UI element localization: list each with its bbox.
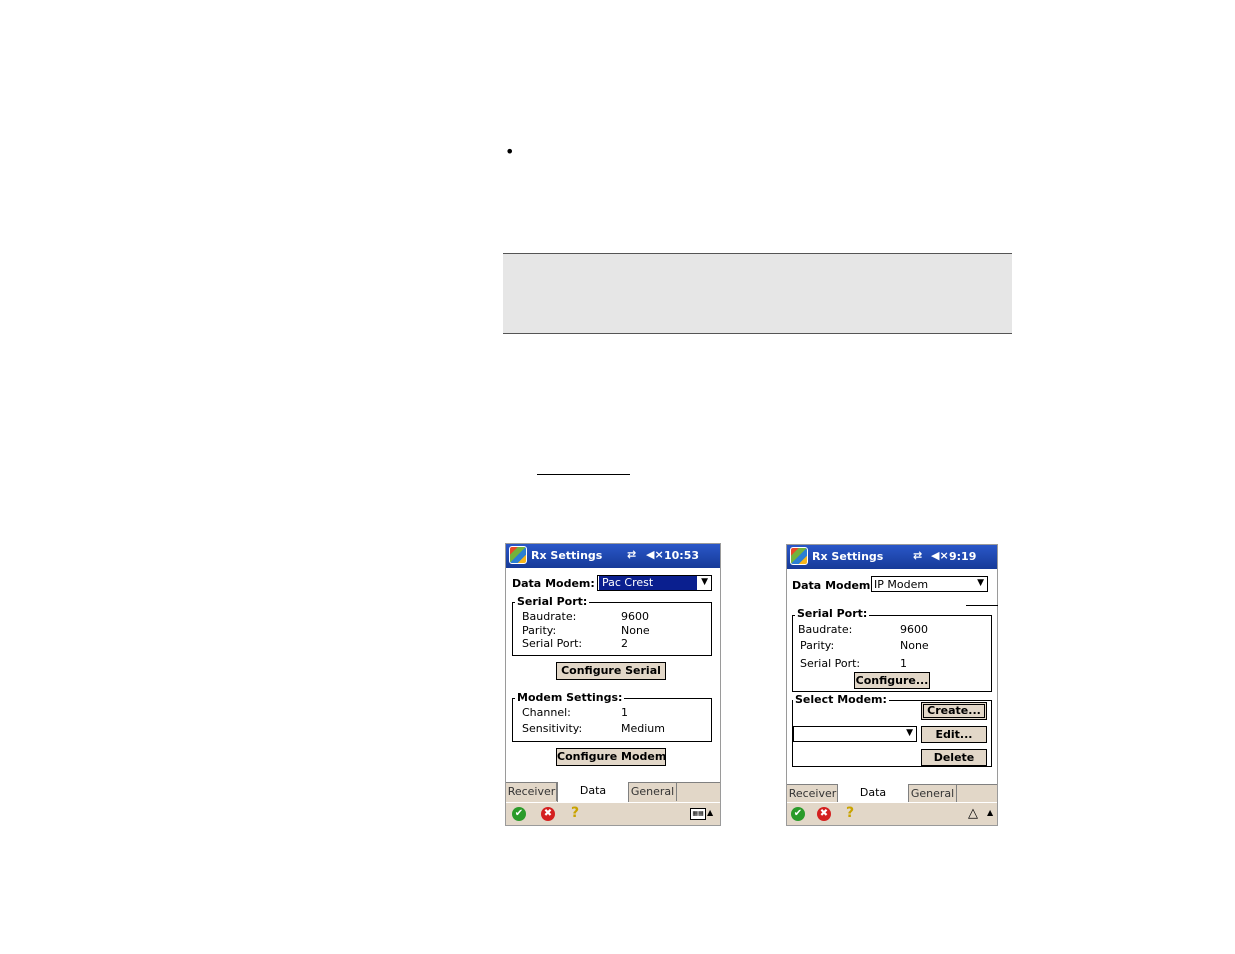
underline-link: [537, 474, 630, 475]
green-check-icon[interactable]: ✔: [791, 807, 805, 821]
connectivity-arrows-icon[interactable]: ⇄: [913, 549, 922, 562]
parity-label: Parity:: [800, 639, 835, 652]
red-x-icon[interactable]: ✖: [541, 807, 555, 821]
speaker-muted-icon[interactable]: ◀×: [646, 548, 664, 561]
clock[interactable]: 10:53: [664, 549, 699, 562]
connectivity-arrows-icon[interactable]: ⇄: [627, 548, 636, 561]
red-x-icon[interactable]: ✖: [817, 807, 831, 821]
create-button[interactable]: Create...: [921, 702, 987, 720]
data-modem-select[interactable]: Pac Crest ▼: [597, 575, 712, 591]
window-title: Rx Settings: [812, 550, 884, 563]
chevron-down-icon: ▼: [701, 577, 708, 587]
tab-bar: Receiver Data Modem General: [506, 782, 720, 815]
note-box: [503, 253, 1012, 334]
delete-button[interactable]: Delete: [921, 749, 987, 766]
data-modem-value: Pac Crest: [599, 576, 697, 590]
tab-receiver[interactable]: Receiver: [788, 785, 838, 803]
window-title: Rx Settings: [531, 549, 603, 562]
modem-settings-group-title: Modem Settings:: [515, 691, 625, 704]
keyboard-icon[interactable]: ▦▦: [690, 808, 706, 820]
chevron-up-icon[interactable]: ▲: [987, 808, 993, 817]
tab-general[interactable]: General: [629, 783, 677, 801]
serial-port-value: 1: [900, 657, 907, 670]
modem-settings-group: [512, 698, 712, 742]
chevron-down-icon: ▼: [906, 728, 913, 738]
configure-modem-button[interactable]: Configure Modem: [556, 748, 666, 766]
baudrate-value: 9600: [900, 623, 928, 636]
baudrate-label: Baudrate:: [798, 623, 853, 636]
sensitivity-label: Sensitivity:: [522, 722, 583, 735]
select-modem-group-title: Select Modem:: [793, 693, 889, 706]
windows-logo-icon[interactable]: [790, 547, 808, 565]
serial-port-group-title: Serial Port:: [795, 607, 870, 620]
data-modem-label: Data Modem:: [792, 579, 875, 592]
serial-port-label: Serial Port:: [522, 637, 583, 650]
left-device-screen: Rx Settings ⇄ ◀× 10:53 Data Modem: Pac C…: [505, 543, 721, 826]
sensitivity-value: Medium: [621, 722, 665, 735]
data-modem-label: Data Modem:: [512, 577, 595, 590]
chevron-down-icon: ▼: [977, 578, 984, 588]
title-bar: Rx Settings ⇄ ◀× 10:53: [506, 544, 720, 568]
data-modem-select[interactable]: IP Modem ▼: [871, 576, 988, 592]
tab-data-modem[interactable]: Data Modem: [837, 784, 909, 817]
title-bar: Rx Settings ⇄ ◀× 9:19: [787, 545, 997, 569]
separator-line: [966, 605, 998, 606]
help-question-icon[interactable]: ?: [846, 805, 854, 821]
tab-data-modem[interactable]: Data Modem: [557, 782, 629, 815]
configure-serial-button[interactable]: Configure Serial: [556, 662, 666, 680]
channel-label: Channel:: [522, 706, 571, 719]
parity-label: Parity:: [522, 624, 557, 637]
tab-receiver[interactable]: Receiver: [507, 783, 557, 801]
clock[interactable]: 9:19: [949, 550, 976, 563]
help-question-icon[interactable]: ?: [571, 805, 579, 821]
right-device-screen: Rx Settings ⇄ ◀× 9:19 Data Modem: IP Mod…: [786, 544, 998, 826]
parity-value: None: [900, 639, 929, 652]
command-bar: ✔ ✖ ? ▦▦ ▲: [506, 802, 720, 825]
data-modem-value: IP Modem: [874, 578, 929, 591]
select-modem-dropdown[interactable]: ▼: [793, 726, 917, 742]
channel-value: 1: [621, 706, 628, 719]
serial-port-group-title: Serial Port:: [515, 595, 590, 608]
serial-port-label: Serial Port:: [800, 657, 861, 670]
baudrate-label: Baudrate:: [522, 610, 577, 623]
edit-button[interactable]: Edit...: [921, 726, 987, 743]
input-panel-triangle-icon[interactable]: △: [968, 806, 978, 821]
parity-value: None: [621, 624, 650, 637]
windows-logo-icon[interactable]: [509, 546, 527, 564]
baudrate-value: 9600: [621, 610, 649, 623]
bullet-point: •: [505, 142, 515, 161]
chevron-up-icon[interactable]: ▲: [707, 808, 713, 817]
serial-port-value: 2: [621, 637, 628, 650]
green-check-icon[interactable]: ✔: [512, 807, 526, 821]
speaker-muted-icon[interactable]: ◀×: [931, 549, 949, 562]
configure-button[interactable]: Configure...: [854, 672, 930, 689]
command-bar: ✔ ✖ ? △ ▲: [787, 802, 997, 825]
tab-general[interactable]: General: [909, 785, 957, 803]
